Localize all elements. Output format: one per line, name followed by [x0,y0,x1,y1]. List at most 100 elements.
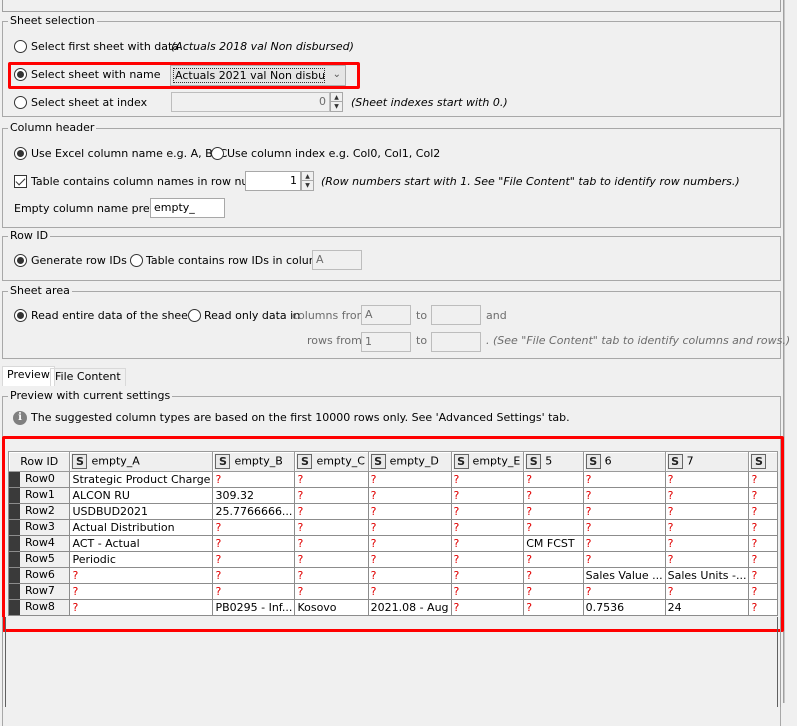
missing-value-cell[interactable]: ? [294,535,369,552]
missing-value-cell[interactable]: ? [294,487,369,504]
missing-value-cell[interactable]: ? [523,583,584,600]
missing-value-cell[interactable]: ? [664,471,750,488]
table-cell[interactable]: ALCON RU [69,487,214,504]
row-ids-from-column-radio[interactable] [130,254,143,267]
table-cell[interactable]: 0.7536 [582,599,666,616]
row-id-cell[interactable]: Row6 [8,567,71,584]
read-entire-sheet-radio[interactable] [14,309,27,322]
missing-value-cell[interactable]: ? [367,503,452,520]
missing-value-cell[interactable]: ? [69,583,214,600]
missing-value-cell[interactable]: ? [367,583,452,600]
row-id-cell[interactable]: Row1 [8,487,71,504]
row-id-cell[interactable]: Row0 [8,471,71,488]
table-cell[interactable]: PB0295 - Inf... [212,599,296,616]
missing-value-cell[interactable]: ? [450,503,525,520]
generate-row-ids-label[interactable]: Generate row IDs [31,254,127,268]
tab-preview[interactable]: Preview [2,366,55,386]
missing-value-cell[interactable]: ? [450,471,525,488]
read-entire-sheet-label[interactable]: Read entire data of the sheet [31,309,192,323]
column-header[interactable]: S5 [523,451,584,472]
excel-column-name-radio[interactable] [14,147,27,160]
spin-down-icon[interactable]: ▼ [331,102,342,111]
table-row[interactable]: Row6?????? Sales Value ... Sales Units -..… [8,567,778,584]
missing-value-cell[interactable]: ? [367,567,452,584]
first-sheet-radio[interactable] [14,40,27,53]
missing-value-cell[interactable]: ? [748,471,778,488]
sheet-by-name-label[interactable]: Select sheet with name [31,68,161,82]
missing-value-cell[interactable]: ? [582,471,666,488]
table-cell[interactable]: 25.7766666... [212,503,296,520]
row-id-cell[interactable]: Row8 [8,599,71,616]
row-id-cell[interactable]: Row5 [8,551,71,568]
missing-value-cell[interactable]: ? [212,519,296,536]
table-cell[interactable]: USDBUD2021 [69,503,214,520]
row-id-column-input[interactable]: A [312,250,362,270]
columns-from-input[interactable]: A [361,305,411,325]
empty-prefix-input[interactable]: empty_ [150,198,225,218]
missing-value-cell[interactable]: ? [582,487,666,504]
column-header[interactable]: S6 [582,451,666,472]
missing-value-cell[interactable]: ? [582,583,666,600]
table-row[interactable]: Row3 Actual Distribution???????? [8,519,778,536]
missing-value-cell[interactable]: ? [582,535,666,552]
missing-value-cell[interactable]: ? [367,551,452,568]
missing-value-cell[interactable]: ? [664,583,750,600]
column-names-row-stepper[interactable]: ▲ ▼ [301,171,314,191]
table-row[interactable]: Row2 USDBUD2021 25.7766666...??????? [8,503,778,520]
missing-value-cell[interactable]: ? [748,519,778,536]
row-ids-from-column-label[interactable]: Table contains row IDs in column [146,254,326,268]
missing-value-cell[interactable]: ? [664,503,750,520]
missing-value-cell[interactable]: ? [523,567,584,584]
missing-value-cell[interactable]: ? [748,535,778,552]
table-row[interactable]: Row5 Periodic???????? [8,551,778,568]
table-cell[interactable]: 24 [664,599,750,616]
column-header[interactable]: Sempty_B [212,451,296,472]
missing-value-cell[interactable]: ? [523,487,584,504]
missing-value-cell[interactable]: ? [450,487,525,504]
row-id-cell[interactable]: Row2 [8,503,71,520]
table-row[interactable]: Row7????????? [8,583,778,600]
table-cell[interactable]: Actual Distribution [69,519,214,536]
table-cell[interactable]: Kosovo [294,599,369,616]
missing-value-cell[interactable]: ? [748,503,778,520]
missing-value-cell[interactable]: ? [294,471,369,488]
missing-value-cell[interactable]: ? [450,599,525,616]
column-index-label[interactable]: Use column index e.g. Col0, Col1, Col2 [227,147,440,161]
missing-value-cell[interactable]: ? [294,583,369,600]
row-id-cell[interactable]: Row3 [8,519,71,536]
table-cell[interactable]: Strategic Product Charge [69,471,214,488]
missing-value-cell[interactable]: ? [450,583,525,600]
column-header[interactable]: Sempty_C [294,451,369,472]
table-row[interactable]: Row0 Strategic Product Charge???????? [8,471,778,488]
table-cell[interactable]: CM FCST [523,535,584,552]
column-header[interactable]: Sempty_A [69,451,214,472]
missing-value-cell[interactable]: ? [523,599,584,616]
missing-value-cell[interactable]: ? [367,471,452,488]
missing-value-cell[interactable]: ? [523,471,584,488]
missing-value-cell[interactable]: ? [523,503,584,520]
missing-value-cell[interactable]: ? [664,551,750,568]
missing-value-cell[interactable]: ? [664,535,750,552]
missing-value-cell[interactable]: ? [450,535,525,552]
table-row[interactable]: Row4 ACT - Actual???? CM FCST??? [8,535,778,552]
missing-value-cell[interactable]: ? [523,519,584,536]
table-cell[interactable]: Sales Value ... [582,567,666,584]
sheet-by-index-radio[interactable] [14,96,27,109]
missing-value-cell[interactable]: ? [450,551,525,568]
missing-value-cell[interactable]: ? [212,551,296,568]
sheet-index-input[interactable]: 0 [171,92,330,112]
column-header[interactable]: S7 [664,451,750,472]
sheet-name-dropdown[interactable]: Actuals 2021 val Non disbursed ⌄ [170,65,346,86]
missing-value-cell[interactable]: ? [582,519,666,536]
preview-table-container[interactable]: Row ID Sempty_A Sempty_B Sempty_C Sempty_D S… [8,451,778,617]
missing-value-cell[interactable]: ? [294,519,369,536]
table-cell[interactable]: 2021.08 - Aug [367,599,452,616]
missing-value-cell[interactable]: ? [664,519,750,536]
spin-down-icon[interactable]: ▼ [302,181,313,190]
missing-value-cell[interactable]: ? [523,551,584,568]
table-cell[interactable]: 309.32 [212,487,296,504]
missing-value-cell[interactable]: ? [212,535,296,552]
column-names-row-input[interactable]: 1 [245,171,301,191]
missing-value-cell[interactable]: ? [582,551,666,568]
table-row[interactable]: Row1 ALCON RU 309.32??????? [8,487,778,504]
